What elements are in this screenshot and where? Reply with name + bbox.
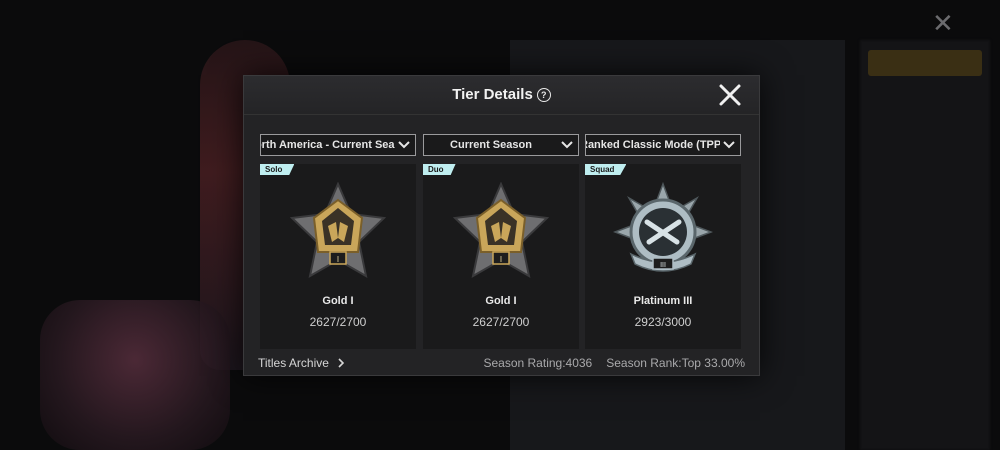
chevron-down-icon: [561, 141, 573, 149]
background-side-menu: [860, 40, 990, 450]
titles-archive-label: Titles Archive: [258, 356, 329, 370]
dialog-header: Tier Details?: [244, 76, 759, 115]
season-stats: Season Rating:4036 Season Rank:Top 33.00%: [469, 356, 745, 370]
gold-badge-icon: I: [452, 182, 550, 278]
tier-points: 2627/2700: [472, 315, 530, 329]
close-button[interactable]: [715, 80, 745, 110]
dialog-title-text: Tier Details: [452, 86, 533, 103]
svg-text:III: III: [660, 262, 666, 269]
season-rating: Season Rating:4036: [483, 356, 593, 370]
tier-card-duo[interactable]: Duo I Gold I 2627/2700: [423, 164, 579, 349]
titles-archive-link[interactable]: Titles Archive: [258, 356, 346, 370]
season-rank: Season Rank:Top 33.00%: [606, 356, 745, 370]
chevron-down-icon: [723, 141, 735, 149]
tier-card-tag: Duo: [423, 164, 456, 175]
tier-points: 2627/2700: [309, 315, 367, 329]
tier-name: Platinum III: [633, 295, 693, 307]
background-close-icon: ✕: [932, 8, 954, 38]
chevron-right-icon: [338, 358, 345, 368]
tier-card-tag: Solo: [260, 164, 295, 175]
svg-text:I: I: [337, 255, 339, 264]
mode-dropdown[interactable]: Ranked Classic Mode (TPP): [585, 134, 741, 156]
tier-name: Gold I: [485, 295, 517, 307]
tier-card-squad[interactable]: Squad III Platinum III 2923/3000: [585, 164, 741, 349]
tier-name: Gold I: [322, 295, 354, 307]
season-dropdown[interactable]: Current Season: [423, 134, 579, 156]
close-x-icon: [719, 84, 741, 106]
dialog-title: Tier Details?: [244, 76, 759, 114]
tier-details-dialog: Tier Details? North America - Current Se…: [243, 75, 760, 376]
background-heart-frame: [40, 300, 230, 450]
question-circle-icon[interactable]: ?: [536, 88, 551, 102]
mode-dropdown-value: Ranked Classic Mode (TPP): [586, 139, 720, 151]
region-dropdown-value: North America - Current Season: [261, 139, 395, 151]
svg-text:I: I: [500, 255, 502, 264]
platinum-badge-icon: III: [613, 182, 713, 272]
season-dropdown-value: Current Season: [450, 139, 532, 151]
region-dropdown[interactable]: North America - Current Season: [260, 134, 416, 156]
tier-card-tag: Squad: [585, 164, 627, 175]
chevron-down-icon: [398, 141, 410, 149]
gold-badge-icon: I: [289, 182, 387, 278]
background-menu-highlight: [868, 50, 982, 76]
tier-card-solo[interactable]: Solo I Gold I 2627/2700: [260, 164, 416, 349]
tier-points: 2923/3000: [634, 315, 692, 329]
